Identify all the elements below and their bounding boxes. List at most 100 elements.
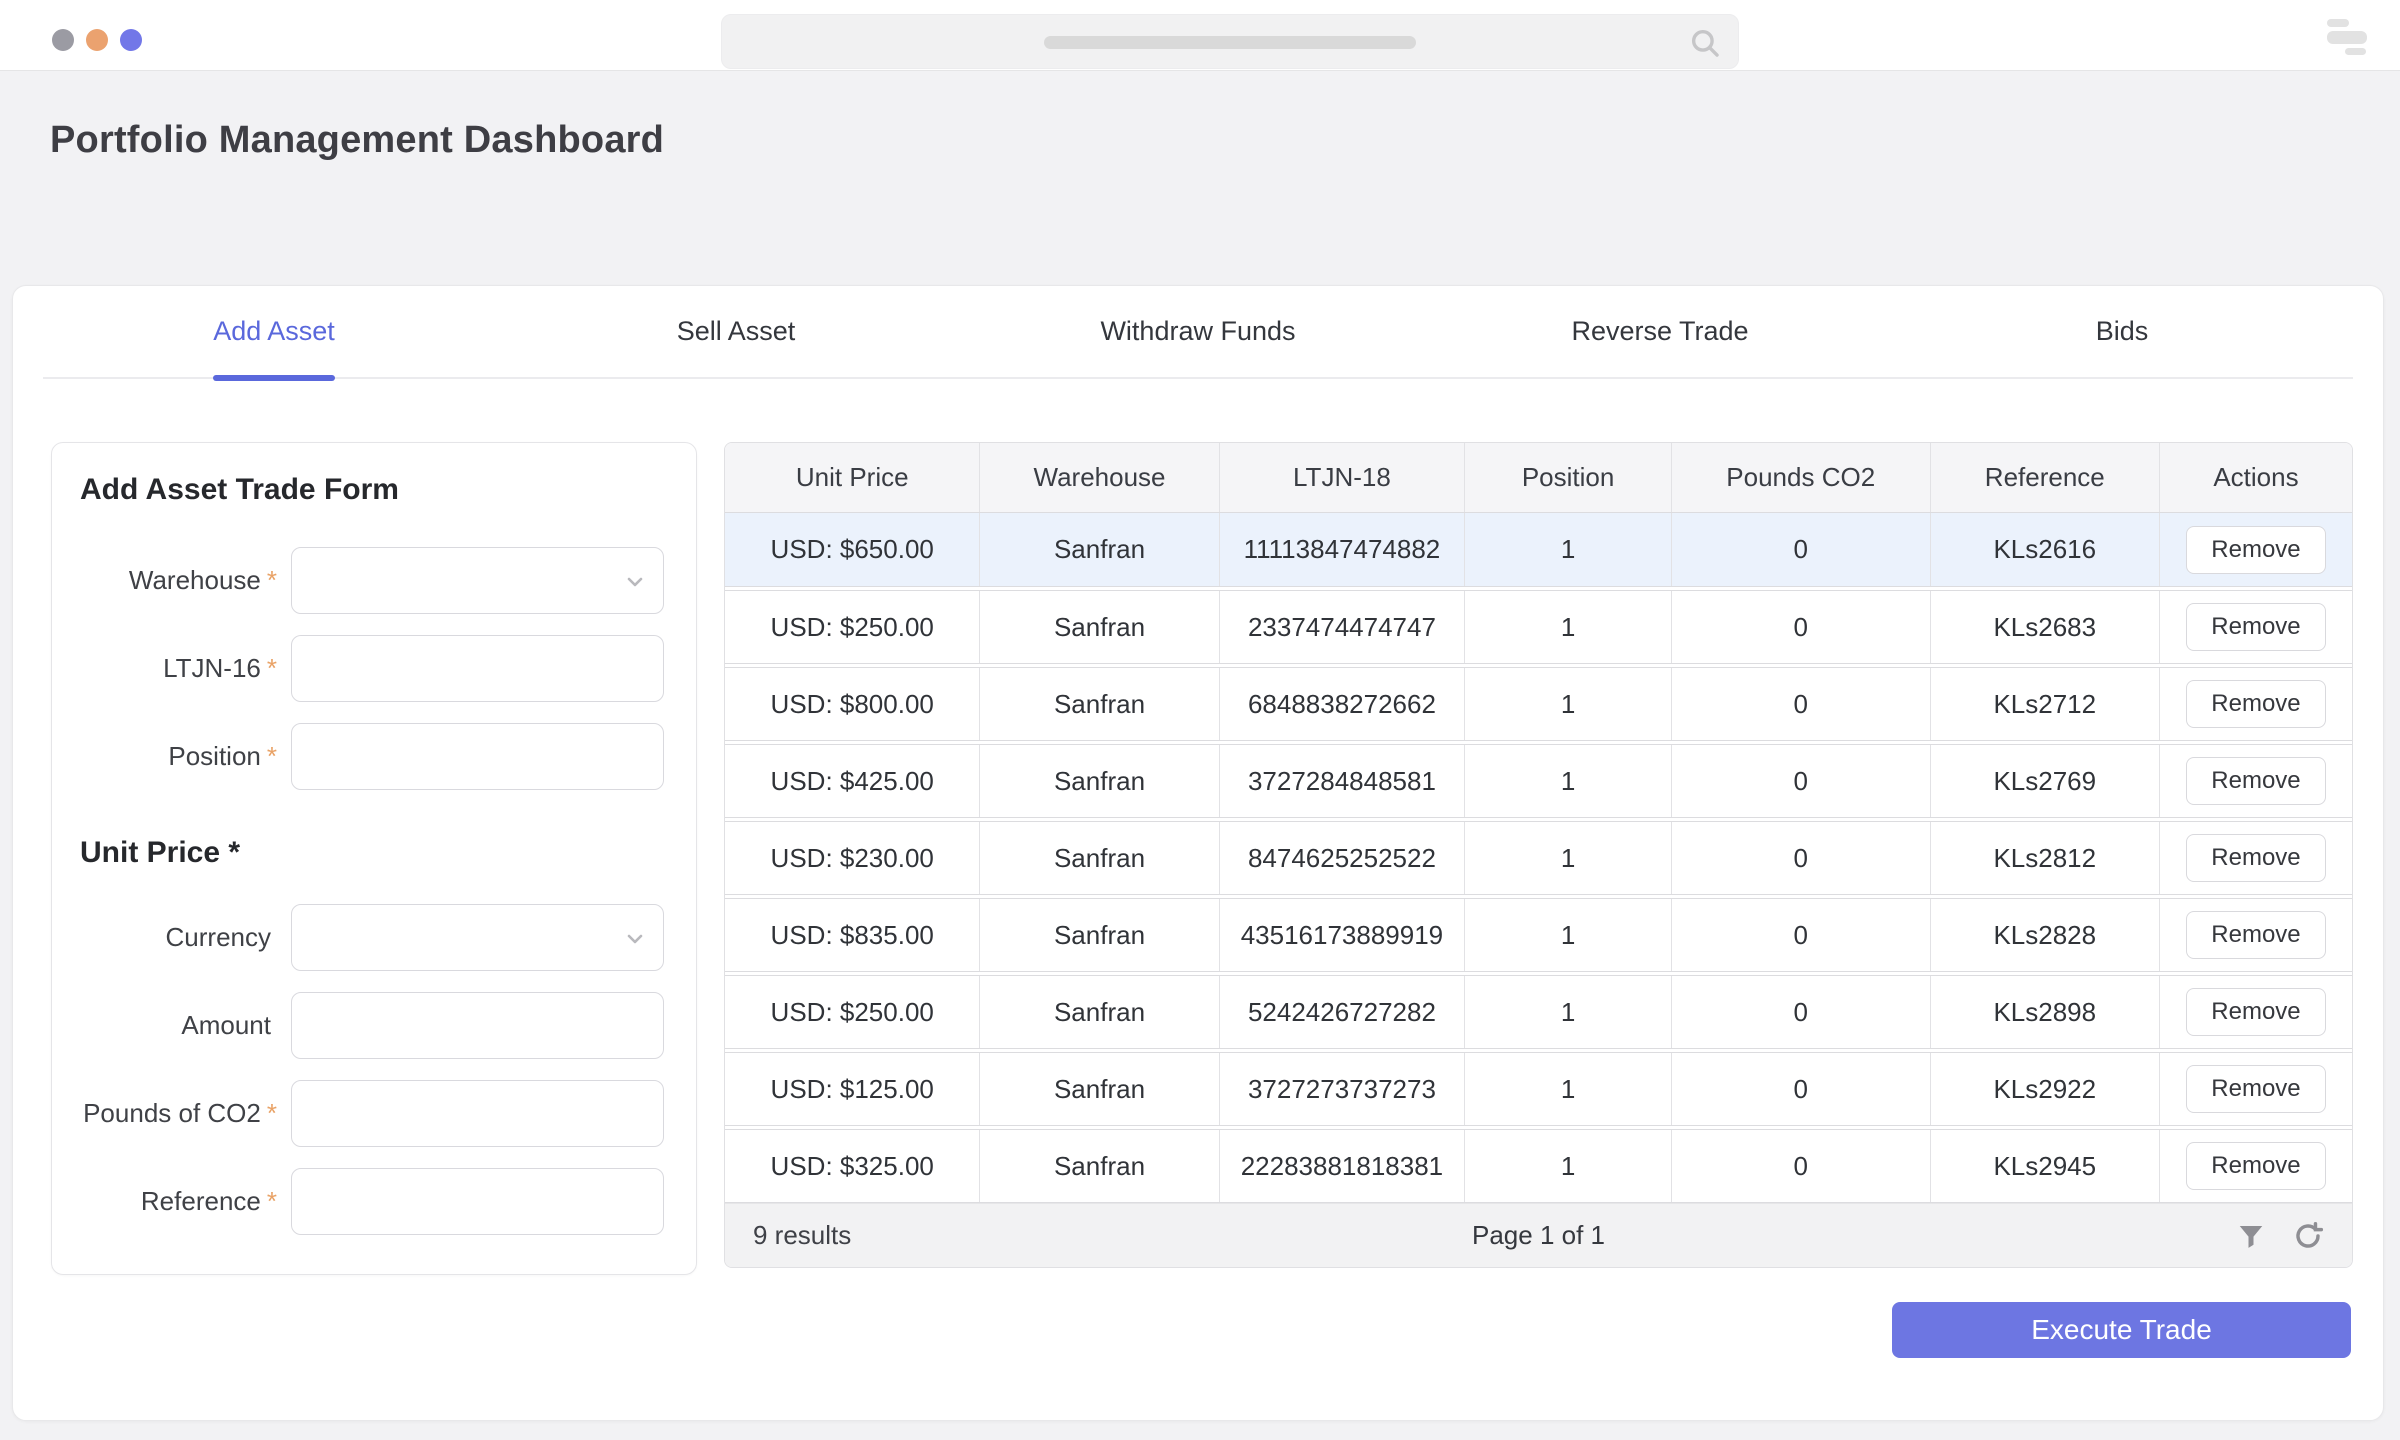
window-titlebar xyxy=(0,0,2400,71)
ltjn18-cell: 3727284848581 xyxy=(1220,745,1466,817)
tab-sell-asset[interactable]: Sell Asset xyxy=(505,286,967,377)
reference-label: Reference* xyxy=(141,1186,277,1217)
ltjn16-input[interactable] xyxy=(291,635,664,702)
reference-cell: KLs2945 xyxy=(1931,1130,2160,1202)
col-header-actions: Actions xyxy=(2160,443,2352,512)
reference-cell: KLs2828 xyxy=(1931,899,2160,971)
col-header-reference: Reference xyxy=(1931,443,2160,512)
chevron-down-icon xyxy=(623,927,647,951)
tab-add-asset[interactable]: Add Asset xyxy=(43,286,505,377)
col-header-ltjn18: LTJN-18 xyxy=(1220,443,1466,512)
remove-button[interactable]: Remove xyxy=(2186,911,2325,959)
position-cell: 1 xyxy=(1465,822,1672,894)
remove-button[interactable]: Remove xyxy=(2186,680,2325,728)
warehouse-cell: Sanfran xyxy=(980,822,1219,894)
ltjn18-cell: 6848838272662 xyxy=(1220,668,1466,740)
amount-label: Amount xyxy=(181,1010,277,1041)
form-row-ltjn16: LTJN-16* xyxy=(52,635,696,702)
ltjn18-cell: 3727273737273 xyxy=(1220,1053,1466,1125)
form-row-position: Position* xyxy=(52,723,696,790)
position-cell: 1 xyxy=(1465,591,1672,663)
warehouse-cell: Sanfran xyxy=(980,976,1219,1048)
position-input[interactable] xyxy=(291,723,664,790)
pounds-co2-cell: 0 xyxy=(1672,591,1931,663)
ltjn18-cell: 22283881818381 xyxy=(1220,1130,1466,1202)
warehouse-cell: Sanfran xyxy=(980,591,1219,663)
table-footer: 9 results Page 1 of 1 xyxy=(725,1203,2352,1267)
col-header-unit-price: Unit Price xyxy=(725,443,980,512)
window-control-dot-orange[interactable] xyxy=(86,29,108,51)
menu-icon[interactable] xyxy=(2327,19,2369,55)
page-title: Portfolio Management Dashboard xyxy=(50,118,664,162)
remove-button[interactable]: Remove xyxy=(2186,526,2325,574)
remove-button[interactable]: Remove xyxy=(2186,1065,2325,1113)
remove-button[interactable]: Remove xyxy=(2186,834,2325,882)
col-header-pounds-co2: Pounds CO2 xyxy=(1672,443,1931,512)
pounds-co2-cell: 0 xyxy=(1672,822,1931,894)
actions-cell: Remove xyxy=(2160,976,2352,1048)
tab-withdraw-funds[interactable]: Withdraw Funds xyxy=(967,286,1429,377)
page-indicator: Page 1 of 1 xyxy=(1472,1220,1605,1251)
unit-price-cell: USD: $125.00 xyxy=(725,1053,980,1125)
filter-icon[interactable] xyxy=(2236,1221,2266,1251)
ltjn18-cell: 11113847474882 xyxy=(1220,513,1466,586)
remove-button[interactable]: Remove xyxy=(2186,757,2325,805)
form-row-pounds-co2: Pounds of CO2* xyxy=(52,1080,696,1147)
required-asterisk: * xyxy=(267,741,277,771)
remove-button[interactable]: Remove xyxy=(2186,988,2325,1036)
required-asterisk: * xyxy=(267,1098,277,1128)
pounds-co2-cell: 0 xyxy=(1672,745,1931,817)
actions-cell: Remove xyxy=(2160,822,2352,894)
pounds-co2-cell: 0 xyxy=(1672,1130,1931,1202)
form-title: Add Asset Trade Form xyxy=(80,473,696,507)
form-row-warehouse: Warehouse* xyxy=(52,547,696,614)
reference-input[interactable] xyxy=(291,1168,664,1235)
ltjn18-cell: 2337474474747 xyxy=(1220,591,1466,663)
warehouse-select[interactable] xyxy=(291,547,664,614)
pounds-co2-cell: 0 xyxy=(1672,976,1931,1048)
unit-price-section-title: Unit Price * xyxy=(80,836,696,870)
search-icon[interactable] xyxy=(1688,26,1722,60)
position-cell: 1 xyxy=(1465,1130,1672,1202)
table-footer-icons xyxy=(2236,1220,2324,1252)
chevron-down-icon xyxy=(623,570,647,594)
pounds-co2-cell: 0 xyxy=(1672,899,1931,971)
window-controls xyxy=(52,29,142,51)
table-row: USD: $230.00 Sanfran 8474625252522 1 0 K… xyxy=(725,821,2352,895)
table-row: USD: $125.00 Sanfran 3727273737273 1 0 K… xyxy=(725,1052,2352,1126)
remove-button[interactable]: Remove xyxy=(2186,1142,2325,1190)
pounds-co2-cell: 0 xyxy=(1672,668,1931,740)
position-cell: 1 xyxy=(1465,899,1672,971)
col-header-warehouse: Warehouse xyxy=(980,443,1219,512)
form-row-currency: Currency xyxy=(52,904,696,971)
execute-trade-button[interactable]: Execute Trade xyxy=(1892,1302,2351,1358)
reference-cell: KLs2712 xyxy=(1931,668,2160,740)
actions-cell: Remove xyxy=(2160,745,2352,817)
actions-cell: Remove xyxy=(2160,513,2352,586)
pounds-co2-cell: 0 xyxy=(1672,1053,1931,1125)
currency-select[interactable] xyxy=(291,904,664,971)
table-row: USD: $835.00 Sanfran 43516173889919 1 0 … xyxy=(725,898,2352,972)
table-row: USD: $325.00 Sanfran 22283881818381 1 0 … xyxy=(725,1129,2352,1203)
warehouse-cell: Sanfran xyxy=(980,745,1219,817)
refresh-icon[interactable] xyxy=(2292,1220,2324,1252)
tab-reverse-trade[interactable]: Reverse Trade xyxy=(1429,286,1891,377)
remove-button[interactable]: Remove xyxy=(2186,603,2325,651)
table-row: USD: $425.00 Sanfran 3727284848581 1 0 K… xyxy=(725,744,2352,818)
reference-cell: KLs2769 xyxy=(1931,745,2160,817)
unit-price-cell: USD: $425.00 xyxy=(725,745,980,817)
search-input[interactable] xyxy=(721,14,1739,69)
window-control-dot-gray[interactable] xyxy=(52,29,74,51)
actions-cell: Remove xyxy=(2160,668,2352,740)
required-asterisk: * xyxy=(267,1186,277,1216)
search-placeholder-line xyxy=(1044,36,1416,49)
unit-price-cell: USD: $800.00 xyxy=(725,668,980,740)
form-row-amount: Amount xyxy=(52,992,696,1059)
amount-input[interactable] xyxy=(291,992,664,1059)
tab-bar: Add Asset Sell Asset Withdraw Funds Reve… xyxy=(43,286,2353,379)
reference-cell: KLs2898 xyxy=(1931,976,2160,1048)
pounds-co2-input[interactable] xyxy=(291,1080,664,1147)
tab-bids[interactable]: Bids xyxy=(1891,286,2353,377)
actions-cell: Remove xyxy=(2160,1053,2352,1125)
window-control-dot-indigo[interactable] xyxy=(120,29,142,51)
